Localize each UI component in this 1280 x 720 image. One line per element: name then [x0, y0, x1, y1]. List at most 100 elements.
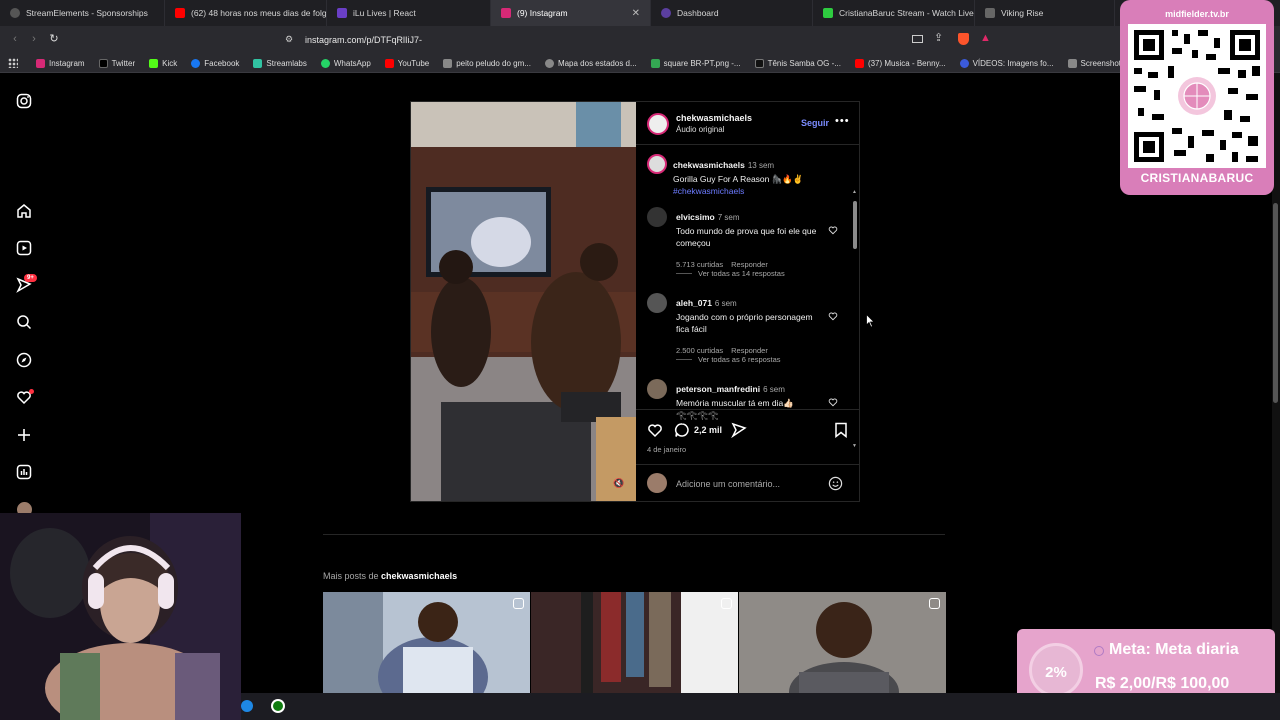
post-thumbnail[interactable]	[531, 592, 738, 693]
reload-icon[interactable]: ↻	[44, 32, 64, 45]
comment-likes[interactable]: 5.713 curtidas	[676, 260, 723, 269]
more-options-icon[interactable]: •••	[835, 115, 850, 127]
bookmark-item[interactable]: VÍDEOS: Imagens fo...	[954, 58, 1062, 68]
scroll-thumb[interactable]	[853, 201, 857, 249]
bookmark-item[interactable]: (37) Musica - Benny...	[849, 58, 954, 68]
mute-icon[interactable]: 🔇	[613, 478, 625, 490]
audio-label[interactable]: Áudio original	[676, 125, 724, 134]
tab-viking-rise[interactable]: Viking Rise	[975, 0, 1115, 26]
like-comment-icon[interactable]	[828, 311, 838, 321]
bookmark-label: Kick	[162, 58, 178, 68]
tab-streamelements[interactable]: StreamElements - Sponsorships	[0, 0, 165, 26]
add-comment-input[interactable]: Adicione um comentário...	[676, 479, 780, 489]
current-user-avatar	[647, 473, 667, 493]
home-icon[interactable]	[16, 203, 32, 219]
comment-username[interactable]: peterson_manfredini	[676, 384, 760, 394]
post-thumbnail[interactable]	[739, 592, 946, 693]
twitter-icon	[98, 58, 108, 68]
like-comment-icon[interactable]	[828, 397, 838, 407]
page-scroll-thumb[interactable]	[1273, 203, 1278, 403]
author-avatar[interactable]	[647, 113, 669, 135]
bookmark-item[interactable]: square BR-PT.png -...	[645, 58, 749, 68]
page-icon	[443, 58, 453, 68]
goal-percent: 2%	[1045, 664, 1067, 681]
comment-avatar[interactable]	[647, 379, 667, 399]
bookmark-item[interactable]: peito peludo do gm...	[437, 58, 539, 68]
cast-icon[interactable]	[912, 35, 923, 43]
caption-username[interactable]: chekwasmichaels	[673, 160, 745, 170]
tab-label: CristianaBaruc Stream - Watch Live o	[839, 8, 975, 18]
explore-icon[interactable]	[16, 352, 32, 368]
comment-username[interactable]: elvicsimo	[676, 212, 715, 222]
save-bookmark-icon[interactable]	[834, 422, 848, 438]
bookmark-instagram[interactable]: Instagram	[30, 58, 93, 68]
dashboard-icon[interactable]	[16, 464, 32, 480]
bookmark-kick[interactable]: Kick	[143, 58, 185, 68]
comment-username[interactable]: aleh_071	[676, 298, 712, 308]
search-icon[interactable]	[16, 314, 32, 330]
youtube-icon	[175, 8, 185, 18]
bookmark-whatsapp[interactable]: WhatsApp	[315, 58, 379, 68]
comment-icon[interactable]	[674, 422, 690, 438]
bookmarks-bar: Instagram Twitter Kick Facebook Streamla…	[0, 53, 1280, 73]
brave-shield-icon[interactable]	[958, 33, 969, 45]
tab-kick[interactable]: CristianaBaruc Stream - Watch Live o	[813, 0, 975, 26]
globe-icon	[959, 58, 969, 68]
edge-icon[interactable]	[241, 700, 253, 712]
kick-icon	[149, 58, 159, 68]
bookmark-label: WhatsApp	[333, 58, 371, 68]
back-icon[interactable]: ‹	[5, 33, 25, 45]
comment-time: 7 sem	[717, 213, 740, 222]
bookmark-twitter[interactable]: Twitter	[93, 58, 144, 68]
view-replies-link[interactable]: Ver todas as 6 respostas	[676, 355, 781, 364]
comment-item: aleh_071 6 sem Jogando com o próprio pers…	[676, 293, 826, 358]
xbox-icon[interactable]	[271, 699, 285, 713]
comment-likes[interactable]: 2.500 curtidas	[676, 346, 723, 355]
thumbnail-image	[323, 592, 530, 693]
bookmark-facebook[interactable]: Facebook	[185, 58, 247, 68]
post-thumbnail[interactable]	[323, 592, 530, 693]
scroll-up-arrow[interactable]: ▲	[852, 189, 857, 195]
caption-hashtag[interactable]: #chekwasmichaels	[673, 185, 843, 197]
emoji-icon[interactable]	[828, 476, 843, 491]
bookmark-label: Facebook	[204, 58, 240, 68]
share-icon[interactable]: ⇪	[934, 31, 943, 44]
caption-avatar[interactable]	[647, 154, 667, 174]
globe-icon	[544, 58, 554, 68]
apps-grid-icon[interactable]	[8, 58, 18, 68]
bookmark-streamlabs[interactable]: Streamlabs	[247, 58, 314, 68]
follow-button[interactable]: Seguir	[801, 118, 829, 128]
viking-rise-icon	[985, 8, 995, 18]
create-plus-icon[interactable]	[16, 427, 32, 443]
address-field[interactable]: ⚙ instagram.com/p/DTFqRlIiJ7-	[255, 30, 995, 50]
comment-avatar[interactable]	[647, 293, 667, 313]
like-comment-icon[interactable]	[828, 225, 838, 235]
streamelements-icon	[10, 8, 20, 18]
goal-icon	[1094, 646, 1104, 656]
brave-rewards-icon[interactable]: ▲	[980, 32, 991, 44]
bookmark-item[interactable]: Mapa dos estados d...	[539, 58, 645, 68]
close-tab-icon[interactable]: ✕	[632, 8, 640, 19]
reply-button[interactable]: Responder	[731, 346, 768, 355]
forward-icon[interactable]: ›	[24, 33, 44, 45]
tab-ilu-lives[interactable]: iLu Lives | React	[327, 0, 491, 26]
tab-instagram[interactable]: (9) Instagram ✕	[491, 0, 651, 26]
site-info-icon[interactable]: ⚙	[285, 34, 293, 45]
author-username[interactable]: chekwasmichaels	[676, 113, 752, 123]
tab-youtube[interactable]: (62) 48 horas nos meus dias de folga	[165, 0, 327, 26]
more-posts-user[interactable]: chekwasmichaels	[381, 571, 457, 581]
comments-list[interactable]: chekwasmichaels 13 sem Gorilla Guy For A …	[636, 144, 859, 449]
bookmark-youtube[interactable]: YouTube	[379, 58, 437, 68]
comment-avatar[interactable]	[647, 207, 667, 227]
post-video[interactable]: 🔇	[411, 102, 636, 501]
like-icon[interactable]	[647, 422, 663, 438]
replies-line	[676, 359, 692, 360]
share-icon[interactable]	[731, 422, 747, 438]
instagram-logo-icon[interactable]	[16, 93, 32, 109]
reply-button[interactable]: Responder	[731, 260, 768, 269]
view-replies-link[interactable]: Ver todas as 14 respostas	[676, 269, 785, 278]
tab-dashboard[interactable]: Dashboard	[651, 0, 813, 26]
reels-icon[interactable]	[16, 240, 32, 256]
overlay-channel-name: CRISTIANABARUC	[1140, 171, 1254, 185]
bookmark-item[interactable]: Tênis Samba OG -...	[749, 58, 849, 68]
